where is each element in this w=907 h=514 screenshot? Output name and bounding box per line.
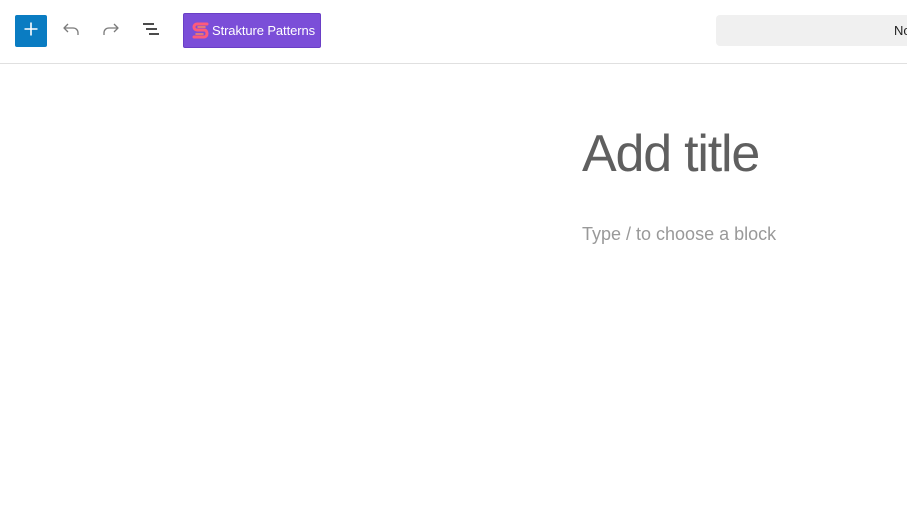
redo-button[interactable] [96,16,126,46]
strakture-s-logo-icon [192,21,209,41]
block-appender-placeholder[interactable]: Type / to choose a block [582,224,776,245]
undo-button[interactable] [56,16,86,46]
undo-icon [62,22,80,41]
plus-icon [24,22,38,41]
post-title-placeholder[interactable]: Add title [582,124,760,184]
list-view-icon [142,22,160,41]
add-block-button[interactable] [15,15,47,47]
redo-icon [102,22,120,41]
list-view-button[interactable] [136,16,166,46]
command-palette-bar[interactable]: No [716,15,907,46]
strakture-patterns-button[interactable]: Strakture Patterns [183,13,321,48]
command-bar-text: No [894,23,907,38]
strakture-patterns-label: Strakture Patterns [212,23,315,38]
editor-toolbar: Strakture Patterns No [0,0,907,64]
